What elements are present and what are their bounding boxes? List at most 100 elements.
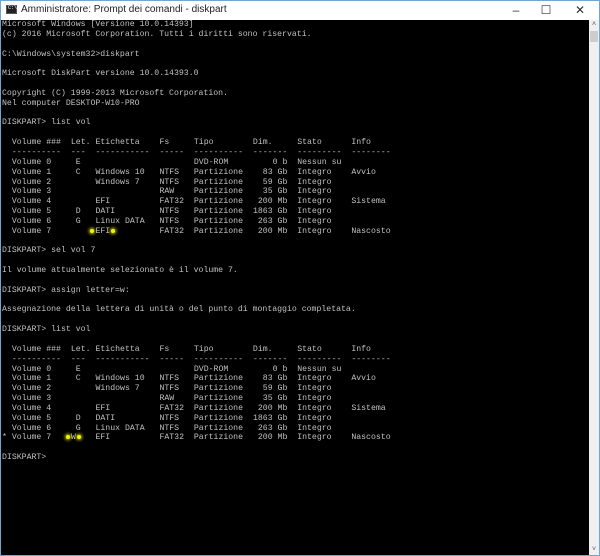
console-line: DISKPART> list vol	[2, 118, 91, 128]
cell-fs: NTFS	[159, 424, 179, 434]
console-line: Copyright (C) 1999-2013 Microsoft Corpor…	[2, 88, 229, 98]
cell-fs: NTFS	[159, 384, 179, 394]
cell-type: Partizione	[194, 433, 243, 443]
cell-let: D	[76, 414, 81, 424]
separator: ---	[70, 147, 86, 157]
scroll-down-icon[interactable]: ˅	[589, 545, 599, 555]
cell-info: Avvio	[351, 168, 376, 178]
cell-vol: Volume 3	[12, 394, 51, 404]
cell-fs-text: NTFS	[159, 413, 180, 423]
maximize-button[interactable]: ☐	[531, 1, 561, 19]
cell-status-text: Integro	[297, 187, 332, 197]
close-button[interactable]: ✕	[565, 1, 595, 19]
cell-let: C	[76, 168, 81, 178]
cell-fs: RAW	[159, 187, 174, 197]
column-header: Dim.	[252, 344, 273, 354]
console-output[interactable]: Microsoft Windows [Versione 10.0.14393](…	[1, 20, 589, 555]
column-header: Etichetta	[95, 138, 140, 148]
cell-status: Integro	[297, 404, 331, 414]
cell-type: Partizione	[194, 227, 243, 237]
cell-vol-text: Volume 5	[11, 413, 52, 423]
cell-status: Integro	[297, 374, 331, 384]
cell-type-text: DVD-ROM	[193, 157, 229, 167]
cell-fs: NTFS	[159, 168, 179, 178]
scrollbar-thumb[interactable]	[590, 31, 598, 42]
scroll-up-icon[interactable]: ˄	[589, 20, 599, 30]
console-line: (c) 2016 Microsoft Corporation. Tutti i …	[2, 29, 312, 39]
cell-fs-text: FAT32	[159, 197, 185, 207]
cell-status: Integro	[297, 187, 331, 197]
table-row: Volume 2 Windows 7 NTFS Partizione Integro 59…	[1, 384, 589, 394]
cell-label-text: Linux DATA	[95, 423, 145, 433]
cell-info-text: Nascosto	[351, 433, 391, 443]
cell-label: Windows 7	[95, 178, 139, 188]
cell-vol: Volume 0	[12, 158, 51, 168]
cell-label-text: EFI	[95, 403, 111, 413]
cell-vol: Volume 1	[12, 168, 51, 178]
separator: -------	[252, 354, 288, 364]
cell-let-text: W	[70, 433, 76, 443]
cell-size: 0 b	[272, 157, 288, 167]
table-row: Volume 5 D DATI NTFS Partizione Integro 1863 G…	[1, 207, 589, 217]
cell-type-text: Partizione	[193, 197, 244, 207]
cell-status: Integro	[297, 433, 331, 443]
cell-let: G	[76, 424, 81, 434]
cell-status-text: Integro	[297, 197, 332, 207]
cell-status-text: Integro	[297, 167, 332, 177]
cell-size: 200 Mb	[257, 433, 288, 443]
cell-label: Windows 10	[95, 374, 144, 384]
vertical-scrollbar[interactable]: ˄ ˅	[589, 20, 599, 555]
console-line: DISKPART> list vol	[2, 325, 91, 335]
cell-type: Partizione	[194, 178, 243, 188]
cell-status-text: Integro	[297, 374, 332, 384]
table-row: Volume 1 C Windows 10 NTFS Partizione Integro…	[1, 374, 589, 384]
table-row: * Volume 7 W EFI FAT32 Partizione Integro Nasco…	[1, 433, 589, 443]
cell-let: G	[76, 217, 81, 227]
cell-status: Integro	[297, 197, 331, 207]
cell-vol-text: Volume 7	[11, 433, 52, 443]
cell-vol-text: Volume 2	[11, 177, 52, 187]
cell-label: Linux DATA	[95, 424, 144, 434]
console-line: Nel computer DESKTOP-W10-PRO	[2, 98, 140, 108]
cell-fs: FAT32	[159, 404, 184, 414]
cell-vol-text: Volume 0	[11, 364, 52, 374]
cell-let-text: G	[75, 423, 81, 433]
cell-fs-text: RAW	[159, 394, 175, 404]
cell-label: Windows 10	[95, 168, 144, 178]
highlight-dot	[111, 228, 116, 233]
cell-type: DVD-ROM	[194, 158, 228, 168]
cell-info-text: Avvio	[351, 374, 376, 384]
cell-vol: Volume 7	[12, 227, 51, 237]
cell-size: 200 Mb	[257, 403, 288, 413]
table-row: Volume 4 EFI FAT32 Partizione Integro Sistema…	[1, 197, 589, 207]
cell-fs-text: FAT32	[159, 226, 185, 236]
cell-status-text: Integro	[297, 394, 332, 404]
title-bar[interactable]: Amministratore: Prompt dei comandi - dis…	[1, 1, 599, 19]
minimize-button[interactable]: –	[501, 1, 531, 19]
cell-label-text: Windows 7	[95, 177, 140, 187]
cell-type-text: Partizione	[193, 394, 244, 404]
column-header: Fs	[159, 344, 170, 354]
command-prompt-line[interactable]: DISKPART>	[1, 453, 589, 463]
cell-fs: NTFS	[159, 217, 179, 227]
cell-type-text: Partizione	[193, 384, 244, 394]
separator: -----------	[95, 354, 150, 364]
cell-fs-text: RAW	[159, 187, 175, 197]
cell-type-text: Partizione	[193, 226, 244, 236]
cell-sel: *	[2, 433, 7, 443]
cell-type: Partizione	[194, 197, 243, 207]
cell-vol: Volume 6	[12, 217, 51, 227]
column-header: Etichetta	[95, 344, 140, 354]
cell-status-text: Integro	[297, 403, 332, 413]
separator: --------	[351, 354, 391, 364]
table-row: Volume 5 D DATI NTFS Partizione Integro 1863 G…	[1, 414, 589, 424]
column-header: Let.	[70, 138, 91, 148]
cell-size: 263 Gb	[257, 216, 288, 226]
table-row: Volume 3 RAW Partizione Integro 35 Gb	[1, 394, 589, 404]
cell-type-text: Partizione	[193, 187, 244, 197]
